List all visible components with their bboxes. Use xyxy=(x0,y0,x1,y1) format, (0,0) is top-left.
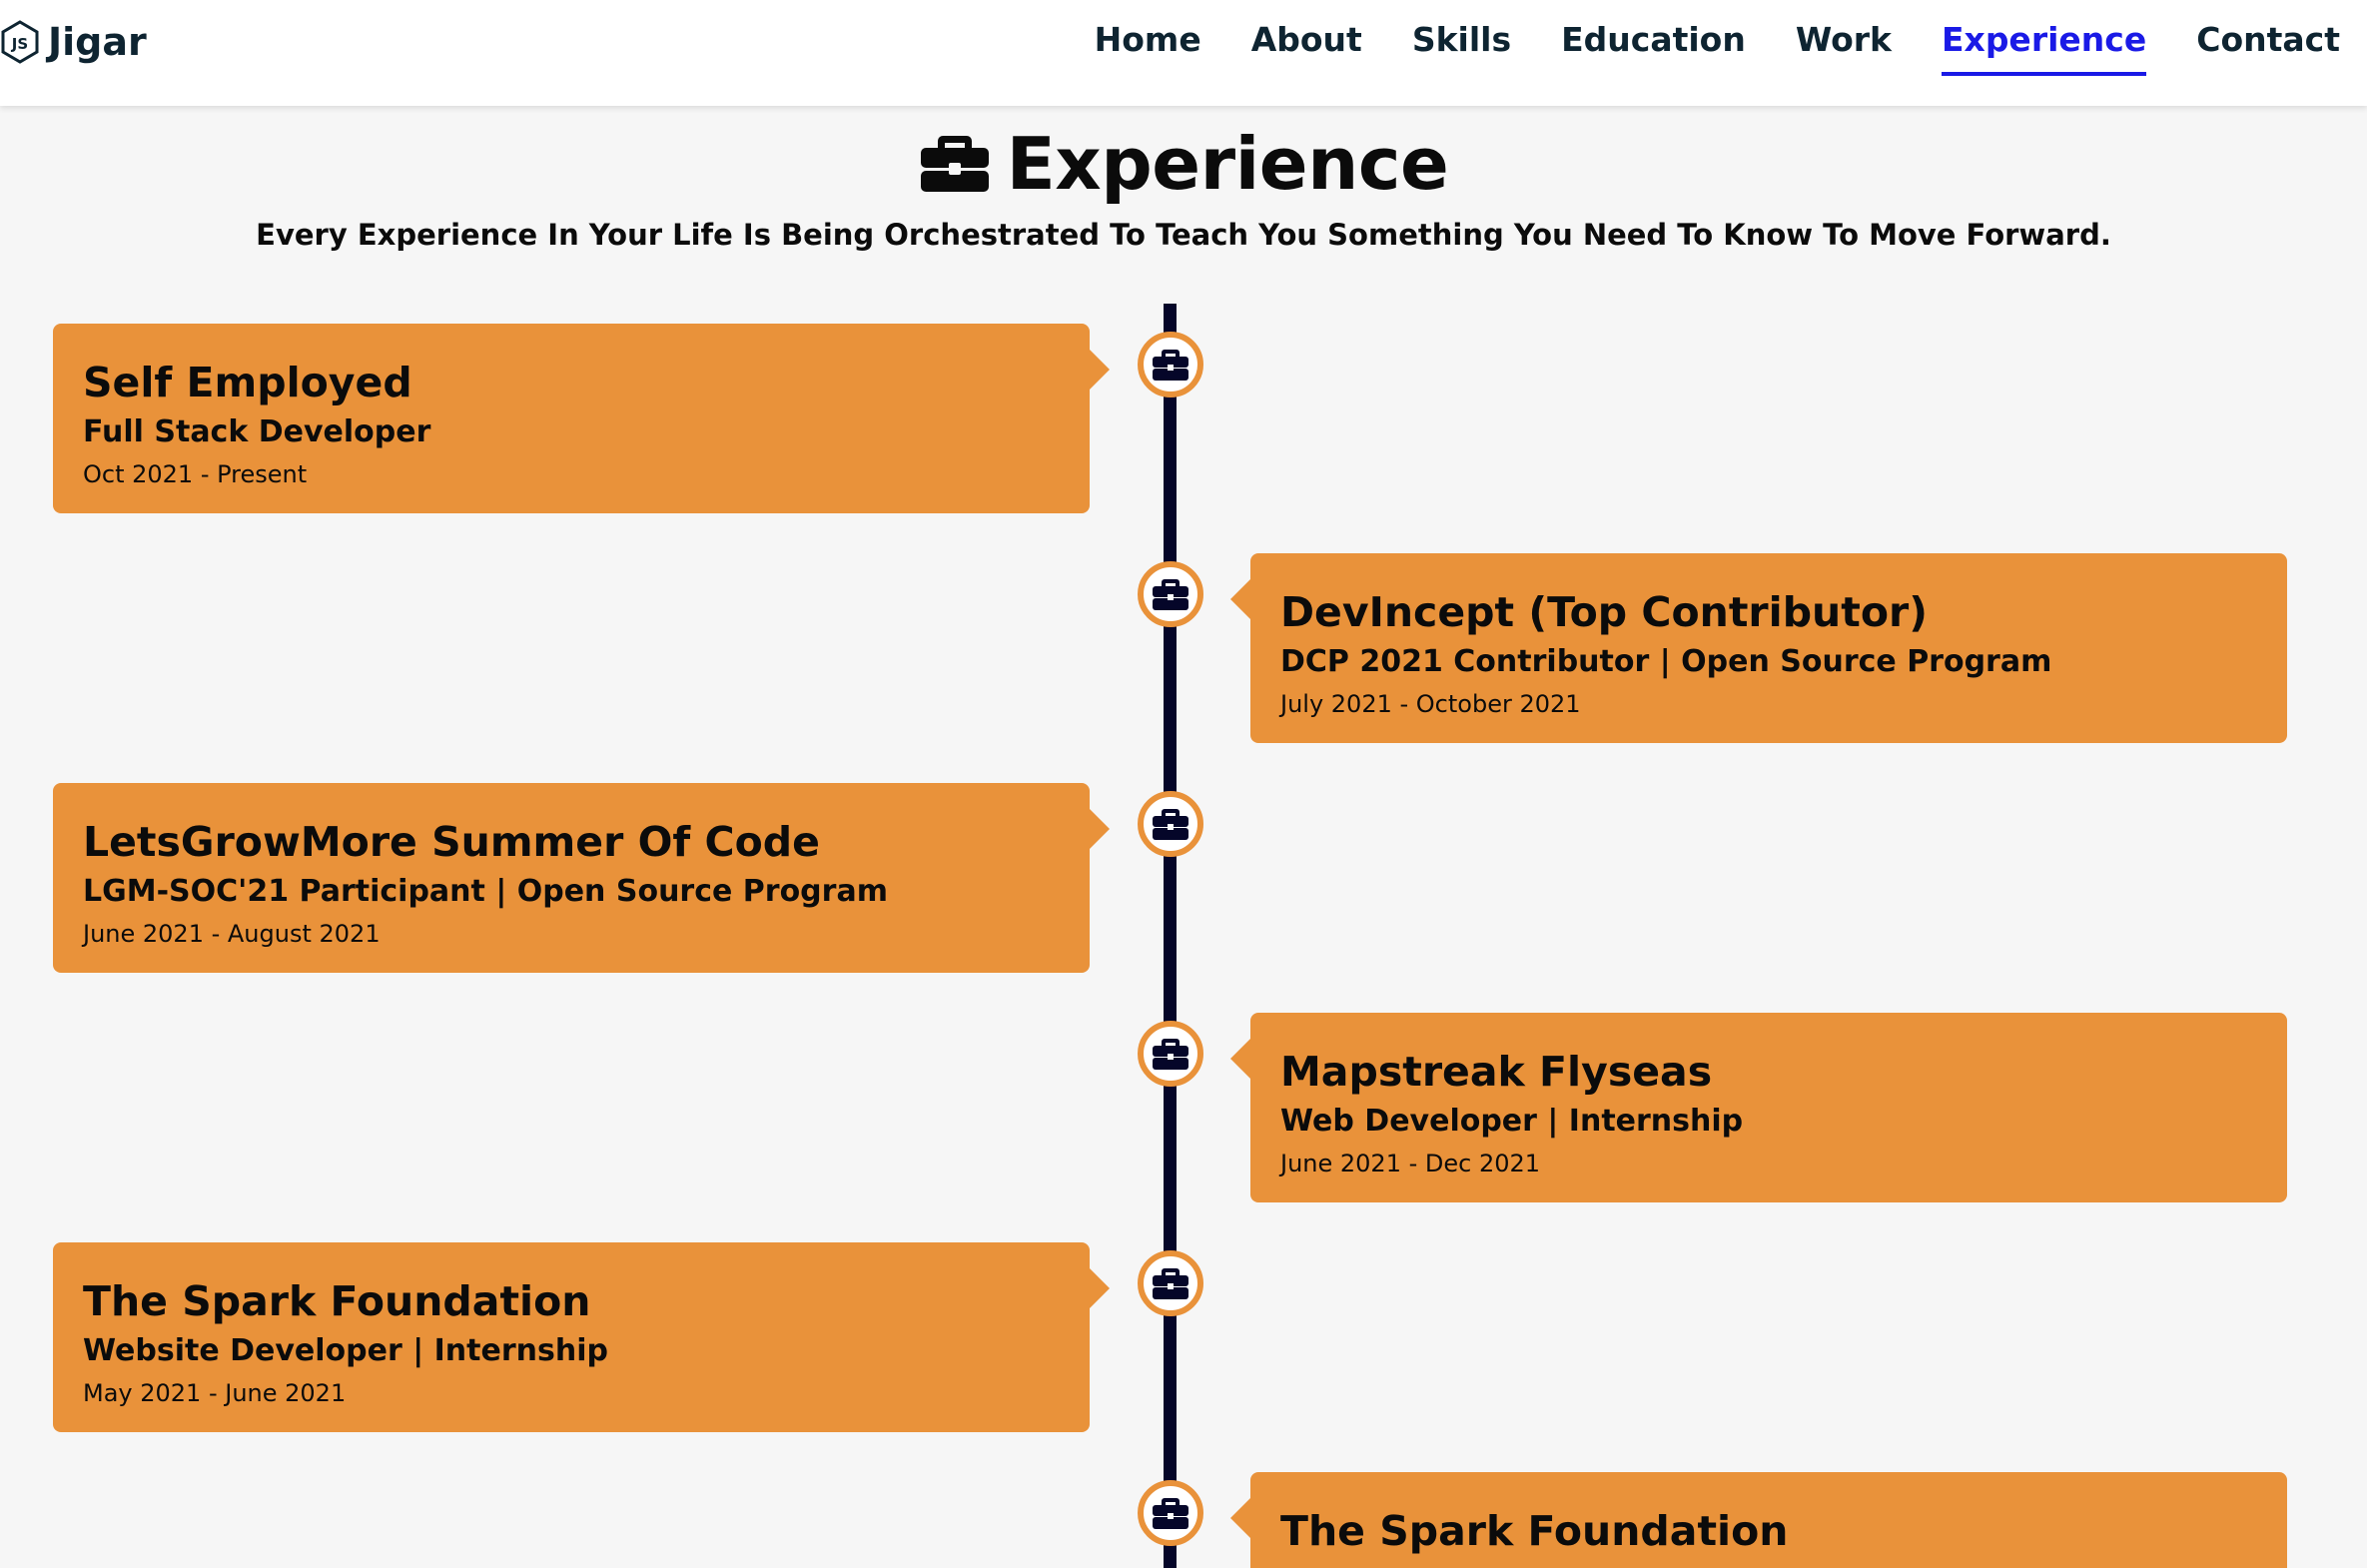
experience-dates: May 2021 - June 2021 xyxy=(83,1379,347,1407)
nav-education[interactable]: Education xyxy=(1561,16,1746,76)
timeline-node-briefcase-icon xyxy=(1138,332,1203,397)
experience-dates: June 2021 - August 2021 xyxy=(83,920,381,948)
nav-about[interactable]: About xyxy=(1251,16,1362,76)
nav-work[interactable]: Work xyxy=(1796,16,1892,76)
briefcase-icon xyxy=(919,130,991,198)
nav-skills[interactable]: Skills xyxy=(1412,16,1511,76)
experience-company: Mapstreak Flyseas xyxy=(1280,1048,1713,1096)
site-header: JS Jigar Home About Skills Education Wor… xyxy=(0,0,2367,106)
timeline-node-briefcase-icon xyxy=(1138,1021,1203,1087)
logo[interactable]: JS Jigar xyxy=(0,14,147,70)
experience-company: The Spark Foundation xyxy=(83,1277,591,1325)
timeline-line xyxy=(1164,304,1177,1568)
experience-company: LetsGrowMore Summer Of Code xyxy=(83,818,820,866)
section-title: Experience xyxy=(1006,122,1449,206)
nav-home[interactable]: Home xyxy=(1095,16,1201,76)
experience-role: Website Developer | Internship xyxy=(83,1333,608,1368)
main-nav: Home About Skills Education Work Experie… xyxy=(1095,16,2340,76)
experience-dates: Oct 2021 - Present xyxy=(83,460,308,488)
experience-role: Full Stack Developer xyxy=(83,414,431,449)
experience-company: DevIncept (Top Contributor) xyxy=(1280,588,1928,636)
experience-card: Self Employed Full Stack Developer Oct 2… xyxy=(53,324,1110,513)
svg-text:JS: JS xyxy=(11,35,28,53)
section-heading: Experience xyxy=(0,122,2367,206)
timeline-node-briefcase-icon xyxy=(1138,791,1203,857)
experience-card: DevIncept (Top Contributor) DCP 2021 Con… xyxy=(1230,553,2287,743)
experience-role: DCP 2021 Contributor | Open Source Progr… xyxy=(1280,644,2052,679)
experience-role: LGM-SOC'21 Participant | Open Source Pro… xyxy=(83,874,888,909)
logo-text: Jigar xyxy=(48,20,147,64)
nav-experience[interactable]: Experience xyxy=(1941,16,2147,76)
experience-card: The Spark Foundation Website Developer |… xyxy=(53,1242,1110,1432)
experience-company: The Spark Foundation xyxy=(1280,1507,1789,1555)
section-quote: Every Experience In Your Life Is Being O… xyxy=(256,218,2111,252)
timeline-node-briefcase-icon xyxy=(1138,1480,1203,1546)
experience-dates: July 2021 - October 2021 xyxy=(1280,690,1581,718)
experience-company: Self Employed xyxy=(83,359,412,406)
experience-dates: June 2021 - Dec 2021 xyxy=(1280,1150,1541,1177)
experience-card: Mapstreak Flyseas Web Developer | Intern… xyxy=(1230,1013,2287,1202)
nav-contact[interactable]: Contact xyxy=(2196,16,2340,76)
nodejs-hexagon-icon: JS xyxy=(0,20,40,64)
experience-role: Web Developer | Internship xyxy=(1280,1104,1744,1139)
timeline-node-briefcase-icon xyxy=(1138,1250,1203,1316)
timeline-node-briefcase-icon xyxy=(1138,561,1203,627)
experience-card: LetsGrowMore Summer Of Code LGM-SOC'21 P… xyxy=(53,783,1110,973)
experience-card: The Spark Foundation xyxy=(1230,1472,2287,1568)
